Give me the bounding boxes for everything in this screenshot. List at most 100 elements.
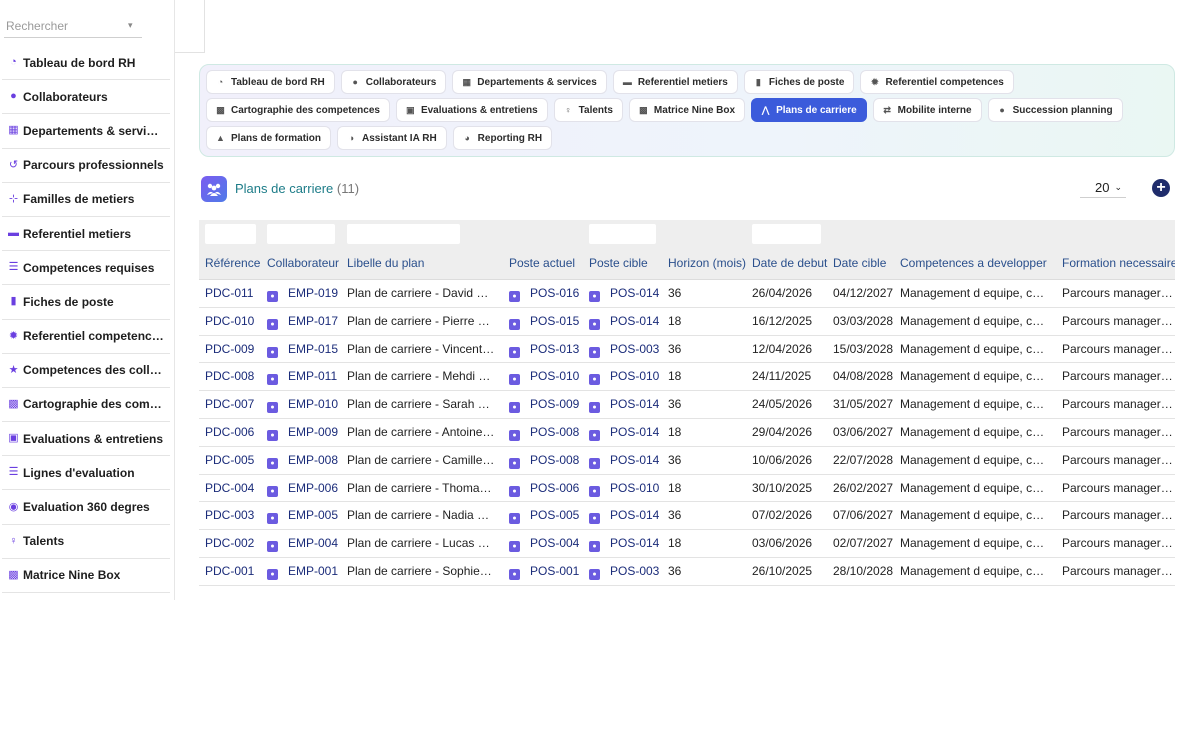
sidebar-item-10[interactable]: ▩ Cartographie des competences <box>2 388 170 423</box>
table-cell[interactable]: ● POS-003 <box>589 336 665 364</box>
table-cell[interactable]: ● POS-006 <box>509 475 585 503</box>
tab-7[interactable]: ▣ Evaluations & entretiens <box>395 98 548 122</box>
table-cell[interactable]: ● EMP-011 <box>267 363 343 391</box>
record-link-icon[interactable]: ● <box>509 429 520 441</box>
table-cell[interactable]: ● EMP-005 <box>267 502 343 530</box>
search-input[interactable] <box>4 18 124 33</box>
tab-15[interactable]: ◕ Reporting RH <box>452 126 553 150</box>
tab-12[interactable]: ● Succession planning <box>987 98 1123 122</box>
tab-13[interactable]: ▲ Plans de formation <box>206 126 332 150</box>
table-cell[interactable]: ● POS-013 <box>509 336 585 364</box>
tab-5[interactable]: ✹ Referentiel competences <box>860 70 1014 94</box>
filter-reference[interactable] <box>205 224 256 244</box>
record-link-icon[interactable]: ● <box>267 568 278 580</box>
sidebar-item-4[interactable]: ⊹ Familles de metiers <box>2 183 170 217</box>
table-cell[interactable]: ● POS-010 <box>589 475 665 503</box>
tab-2[interactable]: ▦ Departements & services <box>452 70 607 94</box>
record-link-icon[interactable]: ● <box>589 318 600 330</box>
table-cell[interactable]: ● EMP-009 <box>267 419 343 447</box>
chevron-down-icon[interactable]: ▾ <box>128 20 133 31</box>
record-link-icon[interactable]: ● <box>509 568 520 580</box>
filter-collaborateur[interactable] <box>267 224 335 244</box>
record-link-icon[interactable]: ● <box>509 374 520 386</box>
table-cell[interactable]: ● POS-014 <box>589 391 665 419</box>
table-cell[interactable]: ● POS-014 <box>589 308 665 336</box>
column-header[interactable]: Date de debut <box>752 246 827 280</box>
table-cell[interactable]: ● POS-004 <box>509 530 585 558</box>
table-cell[interactable]: ● POS-008 <box>509 419 585 447</box>
record-link-icon[interactable]: ● <box>589 485 600 497</box>
table-cell[interactable]: ● POS-016 <box>509 280 585 308</box>
record-link-icon[interactable]: ● <box>589 457 600 469</box>
record-link-icon[interactable]: ● <box>509 346 520 358</box>
sidebar-item-12[interactable]: ☰ Lignes d'evaluation <box>2 456 170 491</box>
record-link-icon[interactable]: ● <box>267 457 278 469</box>
table-cell[interactable]: ● POS-015 <box>509 308 585 336</box>
tab-4[interactable]: ▮ Fiches de poste <box>743 70 855 94</box>
record-link-icon[interactable]: ● <box>267 374 278 386</box>
table-cell[interactable]: PDC-008 <box>205 363 263 391</box>
column-header[interactable]: Date cible <box>833 246 886 280</box>
add-record-button[interactable]: + <box>1152 179 1170 197</box>
sidebar-item-3[interactable]: ↺ Parcours professionnels <box>2 149 170 183</box>
column-header[interactable]: Libelle du plan <box>347 246 424 280</box>
table-cell[interactable]: ● POS-005 <box>509 502 585 530</box>
filter-poste-cible[interactable] <box>589 224 656 244</box>
table-cell[interactable]: ● EMP-017 <box>267 308 343 336</box>
table-cell[interactable]: ● POS-014 <box>589 530 665 558</box>
sidebar-search[interactable]: ▾ <box>4 14 142 38</box>
tab-3[interactable]: ▬ Referentiel metiers <box>612 70 738 94</box>
record-link-icon[interactable]: ● <box>509 513 520 525</box>
table-cell[interactable]: PDC-004 <box>205 475 263 503</box>
table-cell[interactable]: PDC-002 <box>205 530 263 558</box>
column-header[interactable]: Formation necessaire <box>1062 246 1175 280</box>
record-link-icon[interactable]: ● <box>589 513 600 525</box>
tab-11[interactable]: ⇄ Mobilite interne <box>872 98 982 122</box>
column-header[interactable]: Poste actuel <box>509 246 575 280</box>
record-link-icon[interactable]: ● <box>589 402 600 414</box>
tab-14[interactable]: ◑ Assistant IA RH <box>337 126 447 150</box>
table-row[interactable]: PDC-007 ● EMP-010 Plan de carriere - Sarah … <box>199 391 1175 419</box>
record-link-icon[interactable]: ● <box>509 485 520 497</box>
record-link-icon[interactable]: ● <box>509 457 520 469</box>
table-cell[interactable]: ● POS-010 <box>589 363 665 391</box>
sidebar-item-13[interactable]: ◉ Evaluation 360 degres <box>2 490 170 525</box>
record-link-icon[interactable]: ● <box>509 541 520 553</box>
column-header[interactable]: Horizon (mois) <box>668 246 746 280</box>
record-link-icon[interactable]: ● <box>509 318 520 330</box>
table-cell[interactable]: PDC-010 <box>205 308 263 336</box>
table-cell[interactable]: ● POS-003 <box>589 558 665 586</box>
record-link-icon[interactable]: ● <box>267 291 278 302</box>
table-cell[interactable]: ● POS-014 <box>589 280 665 308</box>
sidebar-item-7[interactable]: ▮ Fiches de poste <box>2 285 170 320</box>
tab-10[interactable]: ⋀ Plans de carriere <box>751 98 867 122</box>
table-cell[interactable]: ● EMP-015 <box>267 336 343 364</box>
filter-libelle[interactable] <box>347 224 460 244</box>
table-row[interactable]: PDC-009 ● EMP-015 Plan de carriere - Vincen… <box>199 335 1175 364</box>
table-cell[interactable]: PDC-006 <box>205 419 263 447</box>
table-row[interactable]: PDC-010 ● EMP-017 Plan de carriere - Pierre… <box>199 307 1175 336</box>
table-cell[interactable]: ● POS-014 <box>589 419 665 447</box>
table-row[interactable]: PDC-001 ● EMP-001 Plan de carriere - Sophie… <box>199 557 1175 586</box>
table-cell[interactable]: ● POS-014 <box>589 502 665 530</box>
table-cell[interactable]: ● EMP-019 <box>267 280 343 308</box>
table-row[interactable]: PDC-002 ● EMP-004 Plan de carriere - Lucas … <box>199 530 1175 558</box>
sidebar-item-1[interactable]: ● Collaborateurs <box>2 80 170 115</box>
tab-8[interactable]: ♀ Talents <box>553 98 623 122</box>
page-size-select[interactable]: 20 ⌄ <box>1080 178 1126 198</box>
record-link-icon[interactable]: ● <box>589 429 600 441</box>
record-link-icon[interactable]: ● <box>267 318 278 330</box>
table-cell[interactable]: ● EMP-006 <box>267 475 343 503</box>
table-cell[interactable]: PDC-007 <box>205 391 263 419</box>
column-header[interactable]: Référence <box>205 246 260 280</box>
table-row[interactable]: PDC-005 ● EMP-008 Plan de carriere - Camill… <box>199 446 1175 475</box>
column-header[interactable]: Collaborateur <box>267 246 339 280</box>
sidebar-item-2[interactable]: ▦ Departements & services <box>2 114 170 149</box>
record-link-icon[interactable]: ● <box>267 541 278 553</box>
table-cell[interactable]: ● EMP-008 <box>267 447 343 475</box>
table-row[interactable]: PDC-004 ● EMP-006 Plan de carriere - Thomas… <box>199 474 1175 503</box>
table-cell[interactable]: PDC-001 <box>205 558 263 586</box>
table-row[interactable]: PDC-008 ● EMP-011 Plan de carriere - Mehdi … <box>199 363 1175 392</box>
table-row[interactable]: PDC-003 ● EMP-005 Plan de carriere - Nadia … <box>199 502 1175 531</box>
record-link-icon[interactable]: ● <box>267 485 278 497</box>
